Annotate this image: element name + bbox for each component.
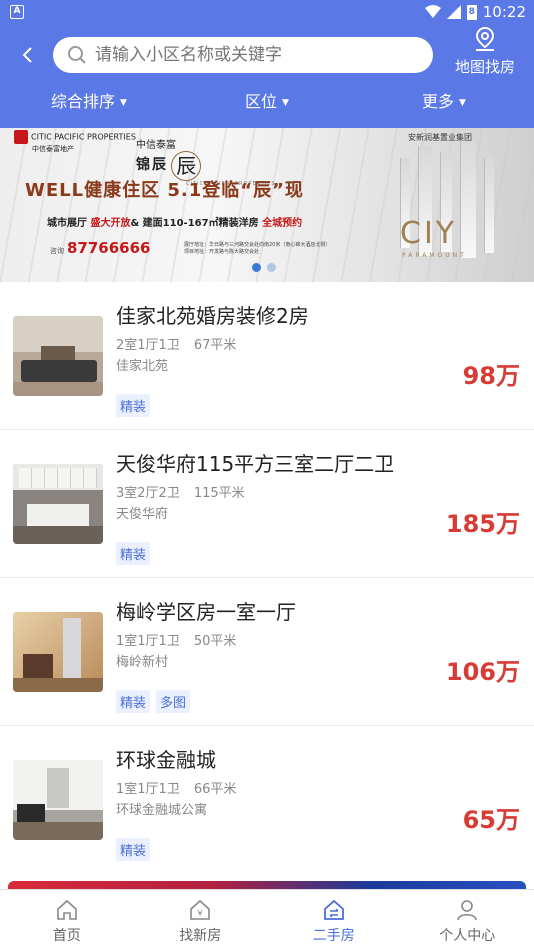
caret-down-icon: ▼ xyxy=(120,97,127,108)
banner-city-logo-sub: PARAMOUNT xyxy=(402,252,467,259)
status-bar: A 8 10:22 xyxy=(0,0,534,26)
new-house-icon: ¥ xyxy=(190,899,211,920)
header: 地图找房 综合排序 ▼ 区位 ▼ 更多 ▼ xyxy=(0,26,534,128)
listing-tags: 精装 多图 xyxy=(116,690,191,713)
tab-home[interactable]: 首页 xyxy=(0,890,134,950)
promo-banner[interactable]: CITIC PACIFIC PROPERTIES 中信泰富地产 中信泰富 锦辰 … xyxy=(0,128,534,282)
search-bar[interactable] xyxy=(53,37,433,73)
listing-photo xyxy=(13,760,103,840)
pagination-dot[interactable] xyxy=(267,263,276,272)
status-indicators: 8 10:22 xyxy=(424,3,526,21)
listing-tags: 精装 xyxy=(116,542,151,565)
banner-city-logo: CIY xyxy=(400,216,458,251)
filter-sort[interactable]: 综合排序 ▼ xyxy=(51,88,127,112)
listing-specs: 2室1厅1卫 67平米 xyxy=(116,338,237,353)
listing-community: 梅岭新村 xyxy=(116,655,169,670)
listing-community: 佳家北苑 xyxy=(116,359,169,374)
listing-price: 98万 xyxy=(462,362,520,390)
listing-specs: 1室1厅1卫 66平米 xyxy=(116,782,237,797)
listing-photo xyxy=(13,316,103,396)
pagination-dot-active[interactable] xyxy=(252,263,261,272)
listing-tag: 多图 xyxy=(156,690,191,713)
listing-price: 185万 xyxy=(445,510,520,538)
filter-bar: 综合排序 ▼ 区位 ▼ 更多 ▼ xyxy=(0,88,534,118)
tab-profile-label: 个人中心 xyxy=(439,928,496,944)
ad-strip[interactable] xyxy=(8,881,526,889)
search-icon xyxy=(68,46,86,64)
listing-community: 天俊华府 xyxy=(116,507,169,522)
listing-tags: 精装 xyxy=(116,394,151,417)
caret-down-icon: ▼ xyxy=(282,97,289,108)
tab-home-label: 首页 xyxy=(52,928,81,944)
tab-new-house[interactable]: ¥ 找新房 xyxy=(134,890,268,950)
listing-community: 环球金融城公寓 xyxy=(116,803,208,818)
wifi-icon xyxy=(424,5,441,18)
listing-tags: 精装 xyxy=(116,838,151,861)
listing-photo xyxy=(13,464,103,544)
map-search-label: 地图找房 xyxy=(454,58,515,76)
listing-title: 环球金融城 xyxy=(116,748,216,772)
banner-developer: 安新润基置业集团 xyxy=(408,133,472,142)
listing-item[interactable]: 天俊华府115平方三室二厅二卫 3室2厅2卫 115平米 天俊华府 185万 精装 xyxy=(0,430,534,578)
caret-down-icon: ▼ xyxy=(459,97,466,108)
banner-subline: 城市展厅 盛大开放& 建面110-167㎡精装洋房 全城预约 xyxy=(47,218,303,229)
listing-item[interactable]: 梅岭学区房一室一厅 1室1厅1卫 50平米 梅岭新村 106万 精装 多图 xyxy=(0,578,534,726)
listing-photo xyxy=(13,612,103,692)
listing-price: 106万 xyxy=(445,658,520,686)
clock: 10:22 xyxy=(482,3,526,21)
notification-icon: A xyxy=(10,5,24,19)
listing-title: 天俊华府115平方三室二厅二卫 xyxy=(116,452,395,476)
listing-tag: 精装 xyxy=(116,690,151,713)
banner-brand: CITIC PACIFIC PROPERTIES 中信泰富地产 xyxy=(14,130,136,154)
banner-pagination xyxy=(252,263,276,272)
listing-tag: 精装 xyxy=(116,838,151,861)
listing-tag: 精装 xyxy=(116,394,151,417)
tab-new-house-label: 找新房 xyxy=(179,928,222,944)
filter-more[interactable]: 更多 ▼ xyxy=(422,88,466,112)
banner-address: 展厅地址：华日路与三河路交会处向南20米（南心锦大酒店北侧）项目地址：开发路与陈… xyxy=(184,242,331,255)
listing-title: 梅岭学区房一室一厅 xyxy=(116,600,296,624)
back-button[interactable] xyxy=(16,38,40,72)
banner-phone: 咨询 87766666 xyxy=(50,239,151,257)
home-icon xyxy=(56,899,77,920)
listing-specs: 3室2厅2卫 115平米 xyxy=(116,486,245,501)
filter-more-label: 更多 xyxy=(422,92,455,111)
bottom-tab-bar: 首页 ¥ 找新房 二手房 个人中心 xyxy=(0,889,534,950)
filter-sort-label: 综合排序 xyxy=(51,92,116,111)
signal-icon xyxy=(446,5,461,19)
tab-second-hand-label: 二手房 xyxy=(312,928,355,944)
listing-item[interactable]: 环球金融城 1室1厅1卫 66平米 环球金融城公寓 65万 精装 xyxy=(0,726,534,874)
person-icon xyxy=(457,900,478,921)
search-input[interactable] xyxy=(95,45,415,65)
listing-tag: 精装 xyxy=(116,542,151,565)
listing-item[interactable]: 佳家北苑婚房装修2房 2室1厅1卫 67平米 佳家北苑 98万 精装 xyxy=(0,282,534,430)
second-hand-house-icon xyxy=(323,899,344,920)
listing-price: 65万 xyxy=(462,806,520,834)
filter-district[interactable]: 区位 ▼ xyxy=(245,88,289,112)
map-pin-icon xyxy=(475,26,495,51)
listing-specs: 1室1厅1卫 50平米 xyxy=(116,634,237,649)
filter-district-label: 区位 xyxy=(245,92,278,111)
battery-icon: 8 xyxy=(466,4,477,20)
svg-text:¥: ¥ xyxy=(198,909,203,918)
banner-headline: WELL健康住区 5.1登临“辰”现 xyxy=(25,180,304,201)
map-search-button[interactable]: 地图找房 xyxy=(450,26,520,82)
brand-logo-icon xyxy=(14,130,28,144)
tab-profile[interactable]: 个人中心 xyxy=(401,890,534,950)
chevron-left-icon xyxy=(22,47,32,63)
listing-title: 佳家北苑婚房装修2房 xyxy=(116,304,309,328)
tab-second-hand[interactable]: 二手房 xyxy=(267,890,401,950)
